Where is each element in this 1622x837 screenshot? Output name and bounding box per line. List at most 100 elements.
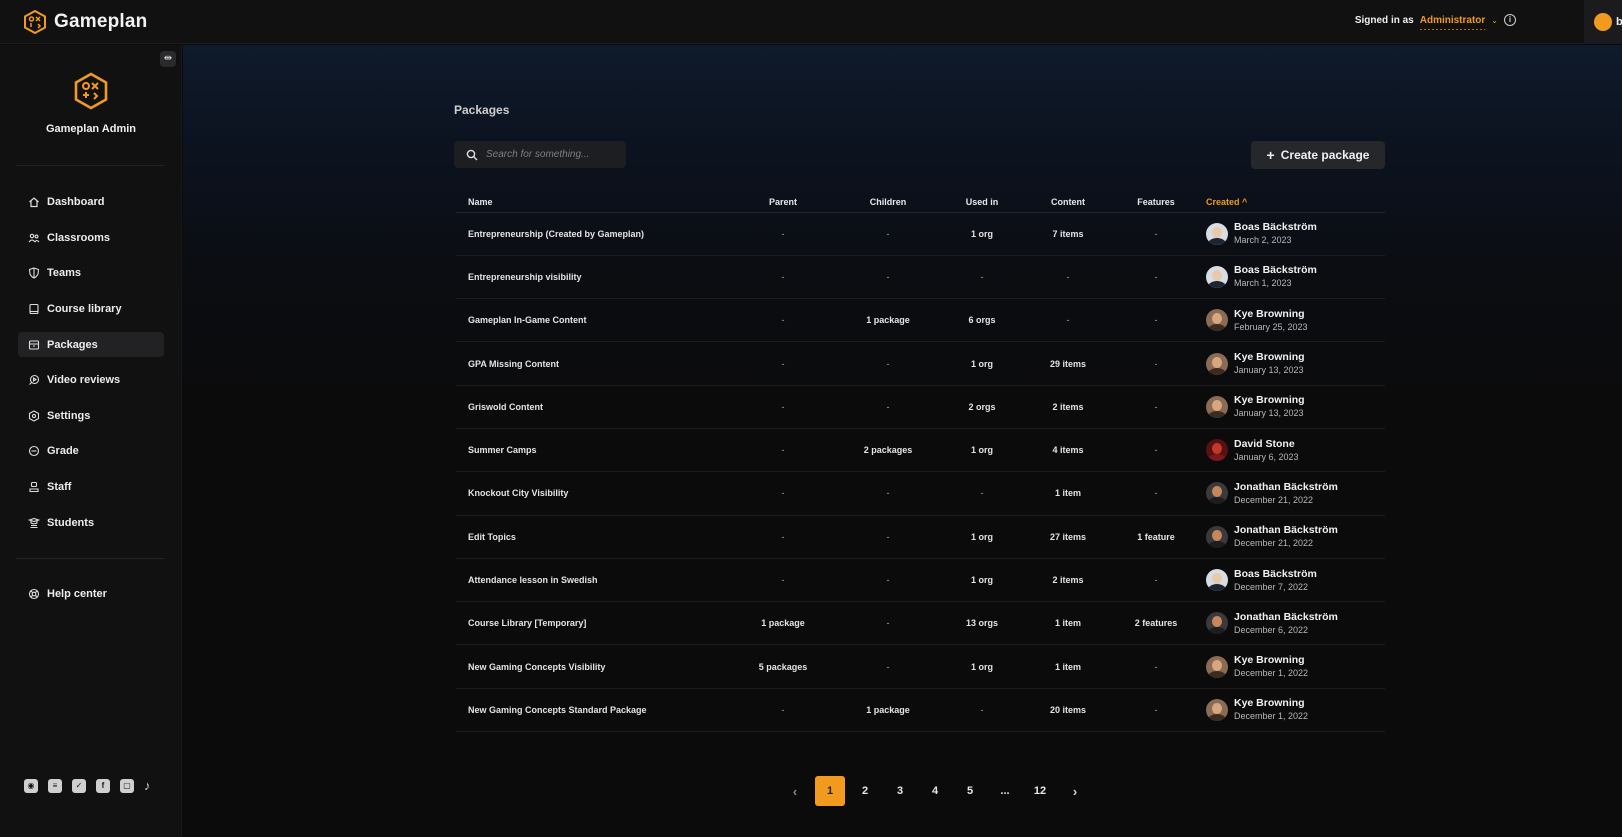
twitter-icon[interactable]: ✓ <box>72 779 86 793</box>
table-row[interactable]: Edit Topics - -1 org 27 items 1 feature Jonat… <box>456 515 1385 559</box>
sidebar-item-label: Help center <box>47 587 107 600</box>
avatar <box>1206 525 1228 548</box>
tiktok-icon[interactable]: ♪ <box>144 779 151 793</box>
page-button-5[interactable]: 5 <box>955 776 985 806</box>
creator-name: Kye Browning <box>1234 394 1305 407</box>
role-dropdown[interactable]: Administrator <box>1419 15 1485 30</box>
page-button-4[interactable]: 4 <box>920 776 950 806</box>
sidebar-item-dashboard[interactable]: Dashboard <box>18 189 164 214</box>
avatar-face <box>1212 399 1222 411</box>
twitch-icon[interactable]: ▢ <box>120 779 134 793</box>
creator: Kye Browning January 13, 2023 <box>1202 394 1385 419</box>
sidebar-item-staff[interactable]: Staff <box>18 474 164 499</box>
used-in-cell: 6 orgs <box>938 298 1026 343</box>
creator: Kye Browning December 1, 2022 <box>1202 697 1385 722</box>
avatar-body <box>1208 454 1226 462</box>
package-name-cell: Knockout City Visibility <box>456 471 728 516</box>
page-button-1[interactable]: 1 <box>815 776 845 806</box>
package-name-cell: New Gaming Concepts Standard Package <box>456 688 728 733</box>
parent-cell: - <box>728 298 838 343</box>
parent-cell: - <box>728 341 838 386</box>
page-button-2[interactable]: 2 <box>850 776 880 806</box>
avatar <box>1206 265 1228 288</box>
avatar <box>1206 352 1228 375</box>
table-row[interactable]: Entrepreneurship (Created by Gameplan) - -… <box>456 212 1385 256</box>
features-cell: - <box>1110 385 1202 429</box>
sidebar-item-students[interactable]: Students <box>18 510 164 535</box>
used-in-cell: 13 orgs <box>938 601 1026 646</box>
parent-cell: - <box>728 515 838 559</box>
used-in-cell: 1 org <box>938 341 1026 386</box>
sidebar-item-label: Settings <box>47 409 91 422</box>
table-row[interactable]: GPA Missing Content - -1 org 29 items - Kye B… <box>456 341 1385 386</box>
creator-name: Jonathan Bäckström <box>1234 610 1338 623</box>
content-cell: 27 items <box>1026 515 1110 559</box>
table-row[interactable]: Gameplan In-Game Content -1 package 6 orgs… <box>456 298 1385 343</box>
create-package-label: Create package <box>1280 148 1370 162</box>
created-date: December 6, 2022 <box>1234 624 1309 635</box>
search-input[interactable] <box>486 149 616 160</box>
reddit-icon[interactable]: ≡ <box>48 779 62 793</box>
content-cell: - <box>1026 255 1110 300</box>
facebook-icon[interactable]: f <box>96 779 110 793</box>
used-in-cell: 1 org <box>938 558 1026 603</box>
table-row[interactable]: Knockout City Visibility - - -1 item - Jonath… <box>456 471 1385 516</box>
sidebar-item-video-reviews[interactable]: Video reviews <box>18 367 164 392</box>
features-cell: 2 features <box>1110 601 1202 646</box>
creator: Jonathan Bäckström December 6, 2022 <box>1202 611 1385 636</box>
table-body: Entrepreneurship (Created by Gameplan) - -… <box>456 212 1385 733</box>
features-cell: - <box>1110 212 1202 256</box>
info-icon[interactable]: i <box>1504 14 1516 26</box>
created-date: March 1, 2023 <box>1234 278 1292 289</box>
avatar-face <box>1212 486 1222 498</box>
sidebar-item-grade[interactable]: Grade <box>18 438 164 463</box>
top-bar: Gameplan Signed in as Administrator ⌄ i … <box>0 0 1622 44</box>
column-header-features[interactable]: Features <box>1110 192 1202 213</box>
sidebar-item-packages[interactable]: Packages <box>18 332 164 357</box>
user-menu[interactable]: b <box>1584 0 1622 44</box>
chevron-down-icon[interactable]: ⌄ <box>1491 16 1498 25</box>
column-header-content[interactable]: Content <box>1026 192 1110 213</box>
table-row[interactable]: Griswold Content - -2 orgs 2 items - Kye Brow… <box>456 385 1385 429</box>
table-row[interactable]: New Gaming Concepts Standard Package -1 p… <box>456 688 1385 733</box>
table-row[interactable]: Summer Camps -2 packages 1 org 4 items - Davi… <box>456 428 1385 473</box>
sidebar-item-label: Grade <box>47 444 79 457</box>
column-header-created[interactable]: Created ^ <box>1202 192 1385 213</box>
parent-cell: - <box>728 428 838 473</box>
table-row[interactable]: Attendance lesson in Swedish - -1 org 2 ite… <box>456 558 1385 603</box>
sidebar-item-help-center[interactable]: Help center <box>18 581 164 606</box>
used-in-cell: - <box>938 471 1026 516</box>
column-header-name[interactable]: Name <box>456 192 728 213</box>
collapse-sidebar-button[interactable]: ⇹ <box>160 51 176 67</box>
page-button-12[interactable]: 12 <box>1025 776 1055 806</box>
content-cell: 1 item <box>1026 471 1110 516</box>
sidebar-item-course-library[interactable]: Course library <box>18 296 164 321</box>
table-row[interactable]: Course Library [Temporary] 1 package -13 o… <box>456 601 1385 646</box>
table-row[interactable]: New Gaming Concepts Visibility 5 packages… <box>456 644 1385 689</box>
page-title: Packages <box>454 103 510 117</box>
created-date: February 25, 2023 <box>1234 321 1308 332</box>
next-page-button[interactable]: › <box>1060 776 1090 806</box>
parent-cell: - <box>728 385 838 429</box>
discord-icon[interactable]: ◉ <box>24 779 38 793</box>
brand[interactable]: Gameplan <box>24 9 147 34</box>
create-package-button[interactable]: + Create package <box>1251 141 1385 169</box>
package-name-cell: Griswold Content <box>456 385 728 429</box>
sidebar-item-settings[interactable]: Settings <box>18 403 164 428</box>
prev-page-button[interactable]: ‹ <box>780 776 810 806</box>
packages-table: Name Parent Children Used in Content Fea… <box>456 192 1385 733</box>
children-cell: - <box>838 255 938 300</box>
search-box[interactable] <box>454 141 626 168</box>
column-header-used-in[interactable]: Used in <box>938 192 1026 213</box>
sidebar-item-classrooms[interactable]: Classrooms <box>18 225 164 250</box>
children-cell: - <box>838 341 938 386</box>
creator-info: Boas Bäckström March 2, 2023 <box>1234 221 1317 246</box>
page-button-3[interactable]: 3 <box>885 776 915 806</box>
content-cell: 1 item <box>1026 644 1110 689</box>
parent-cell: - <box>728 471 838 516</box>
column-header-children[interactable]: Children <box>838 192 938 213</box>
gear-icon <box>28 409 40 422</box>
column-header-parent[interactable]: Parent <box>728 192 838 213</box>
table-row[interactable]: Entrepreneurship visibility - - - - - Boas Bäc… <box>456 255 1385 300</box>
sidebar-item-teams[interactable]: Teams <box>18 260 164 285</box>
